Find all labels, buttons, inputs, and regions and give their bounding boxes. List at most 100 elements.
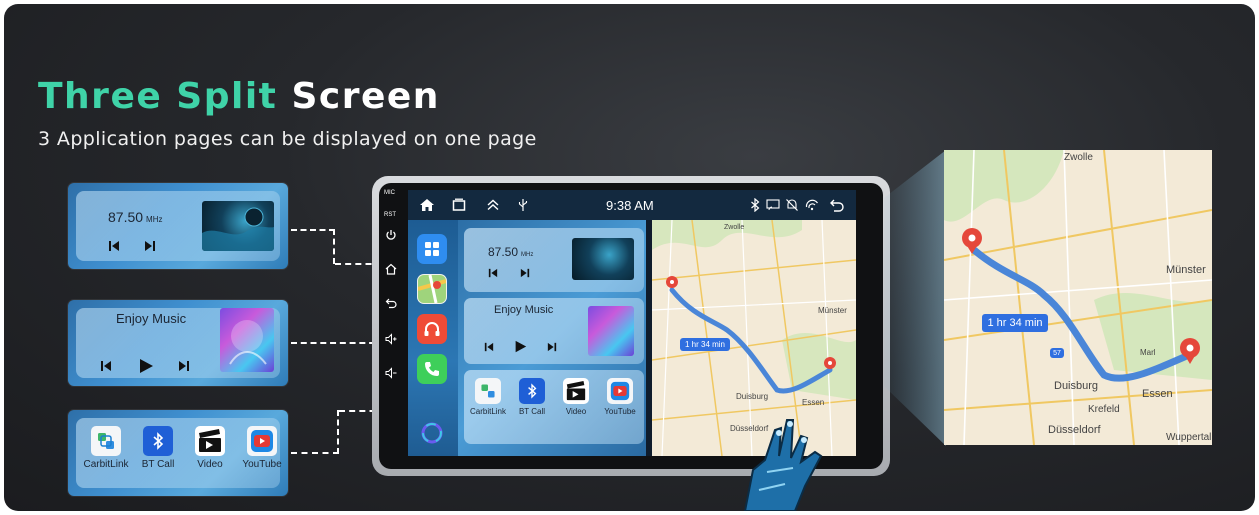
app-video[interactable]: Video [188, 426, 232, 470]
clapperboard-icon [563, 378, 589, 404]
app-label: Video [565, 407, 587, 416]
apps-row: CarbitLink BT Call Video YouTube [83, 426, 284, 470]
play-icon[interactable] [138, 358, 154, 374]
route-time-label: 1 hr 34 min [982, 314, 1048, 332]
map-place-dusseldorf: Düsseldorf [1048, 424, 1101, 436]
music-icon[interactable] [417, 314, 447, 344]
split-panels: 87.50 MHz Enjoy Music CarbitLink BT Call… [458, 220, 646, 456]
radio-card: 87.50 MHz [68, 183, 288, 269]
youtube-icon [607, 378, 633, 404]
app-carbitlink[interactable]: CarbitLink [83, 426, 129, 470]
radio-frequency: 87.50 MHz [108, 209, 163, 227]
music-artwork [588, 306, 634, 356]
reset-label: RST [384, 212, 396, 218]
app-label: CarbitLink [83, 459, 129, 470]
home-icon[interactable] [418, 196, 436, 214]
radio-frequency-unit: MHz [146, 215, 163, 224]
radio-frequency: 87.50 MHz [488, 243, 533, 261]
music-title: Enjoy Music [494, 304, 554, 316]
app-label: BT Call [518, 407, 546, 416]
previous-icon[interactable] [108, 240, 120, 252]
back-icon[interactable] [384, 296, 398, 310]
mic-label: MIC [384, 190, 395, 196]
apps-row: CarbitLink BT Call Video YouTube [468, 378, 640, 416]
app-label: Video [197, 459, 223, 470]
map-place-zwolle: Zwolle [1064, 152, 1093, 163]
home-icon[interactable] [384, 262, 398, 276]
phone-icon[interactable] [417, 354, 447, 384]
radio-frequency-unit: MHz [521, 252, 534, 258]
carbitlink-icon [91, 426, 121, 456]
app-dock [408, 220, 458, 456]
connector-apps [291, 410, 339, 454]
mini-radio-card: 87.50 MHz [464, 228, 644, 292]
back-icon[interactable] [828, 196, 846, 214]
previous-icon[interactable] [484, 342, 494, 352]
recent-apps-icon[interactable] [450, 196, 468, 214]
mute-icon [784, 196, 800, 214]
headline-rest: Screen [291, 76, 440, 117]
route-time-label: 1 hr 34 min [680, 338, 730, 351]
bluetooth-icon [143, 426, 173, 456]
zoomed-map: 1 hr 34 min 57 Zwolle Münster Marl Duisb… [944, 150, 1212, 445]
status-bar: 9:38 AM [408, 190, 856, 220]
connector-radio [291, 229, 335, 264]
chevron-up-icon[interactable] [484, 196, 502, 214]
app-grid-icon[interactable] [417, 234, 447, 264]
map-place-krefeld: Krefeld [1088, 404, 1120, 415]
maps-icon[interactable] [417, 274, 447, 304]
headline-accent: Three Split [38, 76, 278, 117]
next-icon[interactable] [547, 342, 557, 352]
previous-icon[interactable] [100, 360, 112, 372]
clapperboard-icon [195, 426, 225, 456]
usb-icon [516, 196, 530, 214]
app-youtube[interactable]: YouTube [600, 378, 640, 416]
map-place-essen: Essen [1142, 388, 1173, 400]
mini-music-card: Enjoy Music [464, 298, 644, 364]
radio-artwork [572, 238, 634, 280]
road-badge: 57 [1050, 348, 1064, 358]
radio-transport [108, 240, 156, 252]
radio-artwork [202, 201, 274, 251]
power-icon[interactable] [384, 228, 398, 242]
map-place-wuppertal: Wuppertal [1166, 432, 1212, 443]
next-icon[interactable] [520, 268, 530, 278]
app-video[interactable]: Video [556, 378, 596, 416]
previous-icon[interactable] [488, 268, 498, 278]
youtube-icon [247, 426, 277, 456]
music-transport [484, 340, 557, 353]
music-title: Enjoy Music [116, 311, 187, 326]
screen-mirror-icon [765, 196, 781, 214]
siri-icon[interactable] [417, 418, 447, 448]
app-carbitlink[interactable]: CarbitLink [468, 378, 508, 416]
next-icon[interactable] [178, 360, 190, 372]
mini-apps-card: CarbitLink BT Call Video YouTube [464, 370, 644, 444]
map-place-duisburg: Duisburg [1054, 380, 1099, 392]
carbitlink-icon [475, 378, 501, 404]
volume-up-icon[interactable] [384, 332, 398, 346]
wireless-icon [804, 196, 820, 214]
radio-frequency-value: 87.50 [488, 245, 519, 259]
next-icon[interactable] [144, 240, 156, 252]
apps-card: CarbitLink BT Call Video YouTube [68, 410, 288, 496]
app-bt-call[interactable]: BT Call [136, 426, 180, 470]
radio-transport [488, 268, 530, 278]
map-place-marl: Marl [1140, 348, 1156, 357]
play-icon[interactable] [514, 340, 527, 353]
radio-frequency-value: 87.50 [108, 209, 144, 225]
subheadline: 3 Application pages can be displayed on … [38, 128, 537, 150]
app-label: CarbitLink [469, 407, 506, 416]
app-label: YouTube [242, 459, 282, 470]
zoom-beam [884, 150, 946, 446]
status-time: 9:38 AM [606, 198, 654, 213]
map-place-munster: Münster [818, 306, 847, 315]
app-bt-call[interactable]: BT Call [512, 378, 552, 416]
app-youtube[interactable]: YouTube [240, 426, 284, 470]
zoomed-map-drawing [944, 150, 1212, 445]
app-label: YouTube [604, 407, 636, 416]
volume-down-icon[interactable] [384, 366, 398, 380]
bluetooth-icon [519, 378, 545, 404]
robot-hand-illustration [743, 419, 823, 511]
headline: Three Split Screen [38, 76, 440, 117]
app-label: BT Call [141, 459, 175, 470]
